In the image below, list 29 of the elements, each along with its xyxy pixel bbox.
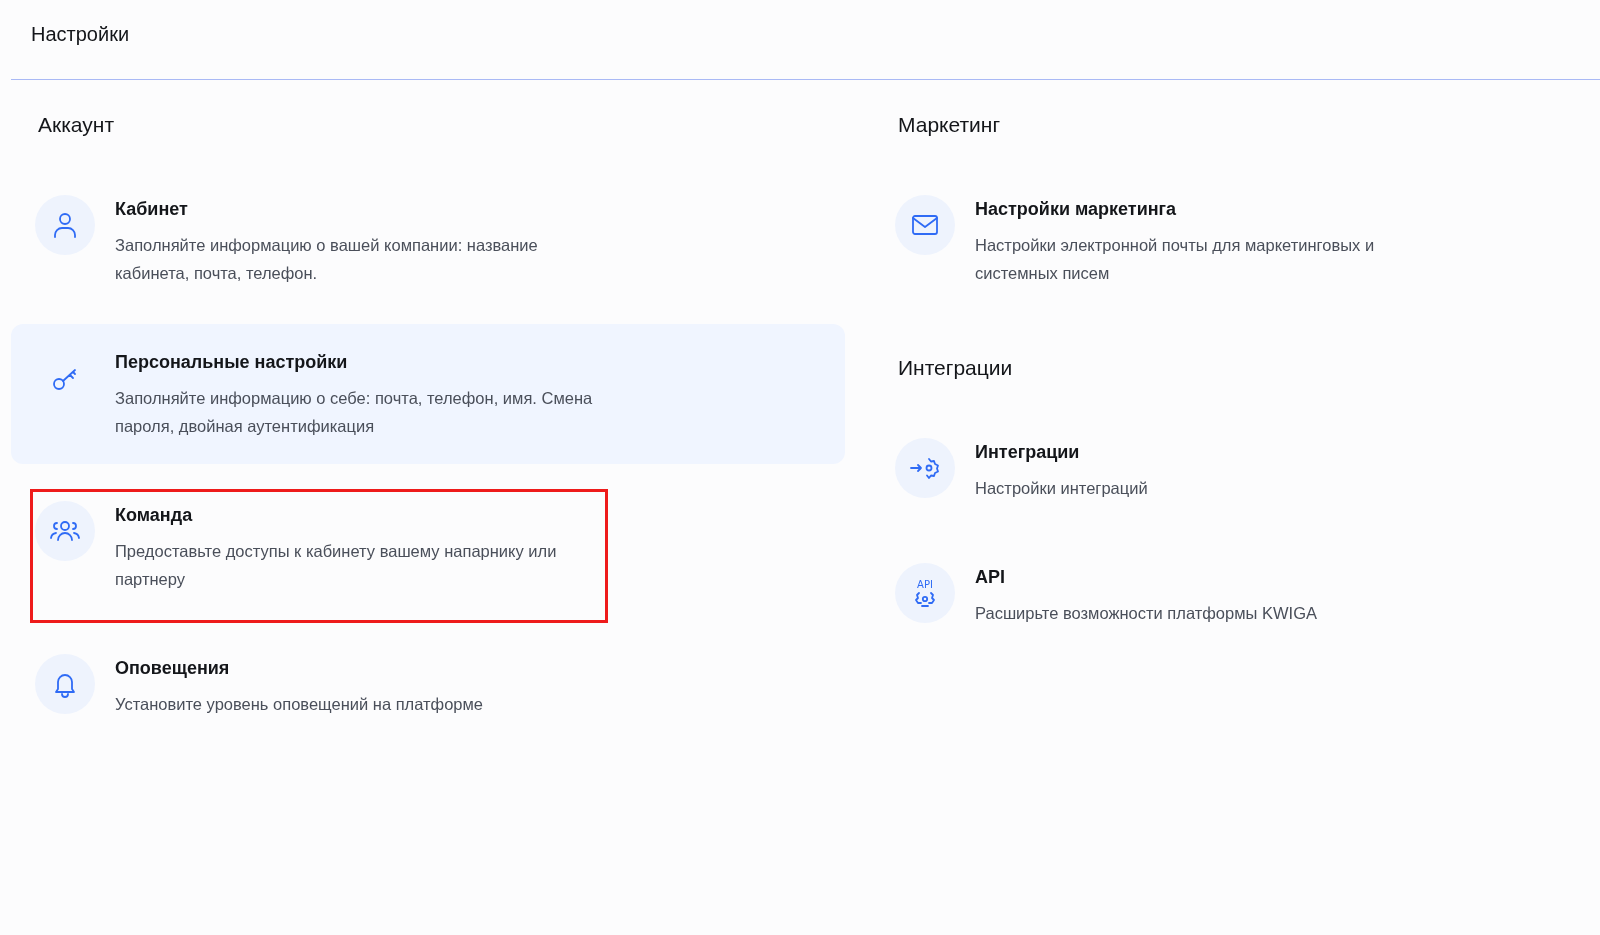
settings-item[interactable]: Кабинет Заполняйте информацию о вашей компании: название кабинета, почта, телефон. bbox=[11, 171, 845, 311]
item-title: Оповещения bbox=[115, 657, 231, 680]
item-description: Предоставьте доступы к кабинету вашему напарнику или партнеру bbox=[115, 541, 558, 590]
item-title: API bbox=[975, 566, 1006, 589]
item-title: Персональные настройки bbox=[115, 351, 349, 374]
section-heading: Аккаунт bbox=[38, 112, 115, 138]
section-heading: Маркетинг bbox=[898, 112, 1002, 138]
item-title: Кабинет bbox=[115, 198, 189, 221]
settings-item[interactable]: Интеграции Настройки интеграций bbox=[871, 414, 1600, 526]
settings-card[interactable]: Персональные настройки Заполняйте информацию о себе: почта, телефон, имя. Смена пароля, двойная аутентификация bbox=[11, 324, 845, 464]
envelope-icon bbox=[911, 214, 939, 236]
item-title: Интеграции bbox=[975, 441, 1081, 464]
item-title: Команда bbox=[115, 504, 194, 527]
settings-item[interactable]: Настройки маркетинга Настройки электронной почты для маркетинговых и системных писем bbox=[871, 171, 1600, 311]
settings-item[interactable]: Оповещения Установите уровень оповещений на платформе bbox=[11, 630, 845, 742]
person-icon bbox=[52, 211, 78, 239]
settings-item[interactable]: API API Расширьте возможности платформы KWIGA bbox=[871, 539, 1600, 651]
item-title: Настройки маркетинга bbox=[975, 198, 1178, 221]
people-icon bbox=[49, 519, 81, 543]
item-description: Заполняйте информацию о себе: почта, телефон, имя. Смена пароля, двойная аутентификация bbox=[115, 388, 594, 437]
arrow-gear-icon bbox=[910, 456, 940, 480]
settings-item[interactable]: Команда Предоставьте доступы к кабинету вашему напарнику или партнеру bbox=[11, 477, 845, 617]
section-heading: Интеграции bbox=[898, 355, 1014, 381]
item-description: Установите уровень оповещений на платформе bbox=[115, 694, 484, 715]
item-description: Настройки интеграций bbox=[975, 478, 1148, 499]
item-description: Настройки электронной почты для маркетинговых и системных писем bbox=[975, 235, 1376, 284]
item-description: Расширьте возможности платформы KWIGA bbox=[975, 603, 1317, 624]
item-description: Заполняйте информацию о вашей компании: название кабинета, почта, телефон. bbox=[115, 235, 539, 284]
page-title: Настройки bbox=[31, 23, 130, 46]
